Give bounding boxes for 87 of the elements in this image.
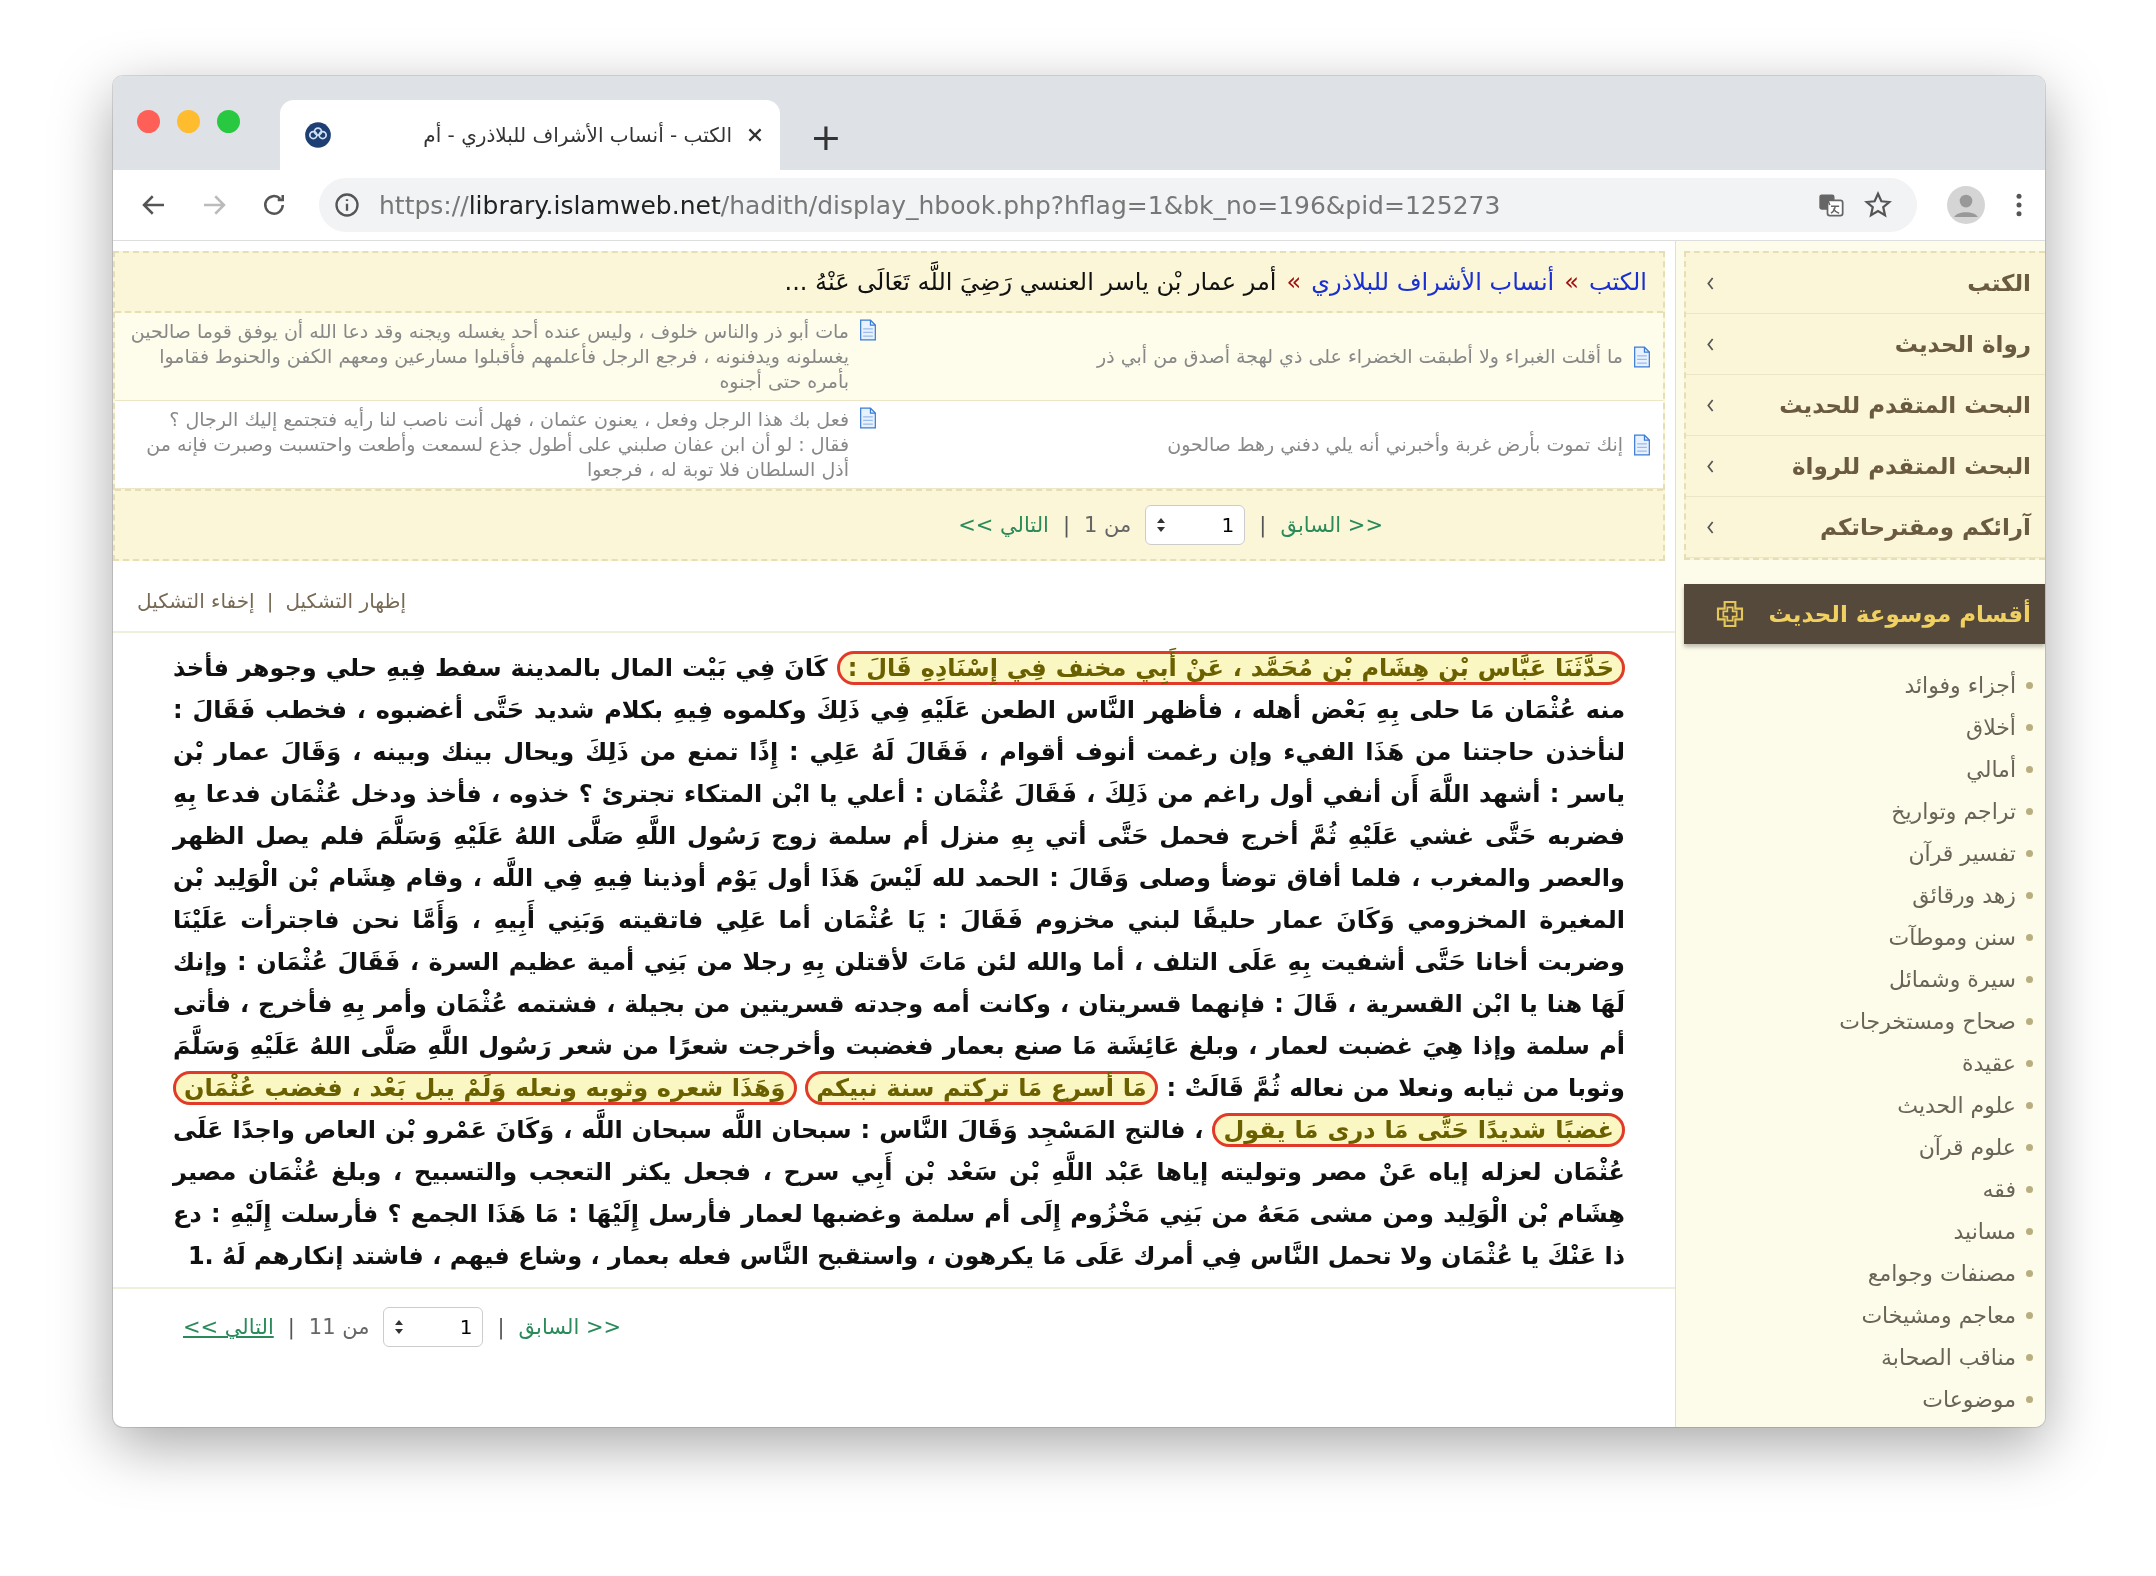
category-link[interactable]: مسانيد: [1953, 1218, 2016, 1244]
bullet-icon: [2026, 1017, 2033, 1025]
nav-item[interactable]: الكتب: [1686, 253, 2045, 314]
page-title: أمر عمار بْن ياسر العنسي رَضِيَ اللَّه تَعَالَى عَنْهُ ...: [784, 263, 1277, 302]
category-link[interactable]: أخلاق: [1966, 714, 2016, 740]
url-text: https://library.islamweb.net/hadith/display_hbook.php?hflag=1&bk_no=196&pid=125273: [379, 190, 1502, 220]
section-title: أقسام موسوعة الحديث: [1768, 601, 2031, 627]
bullet-icon: [2026, 681, 2033, 689]
bullet-icon: [2026, 723, 2033, 731]
site-icon: [304, 121, 332, 149]
category-link[interactable]: أجزاء وفوائد: [1904, 672, 2016, 698]
link-separator: |: [266, 589, 274, 614]
chevron-icon: [1706, 520, 1715, 534]
pager-separator: |: [1259, 513, 1267, 538]
category-link[interactable]: تفسير قرآن: [1908, 840, 2016, 866]
bullet-icon: [2026, 1101, 2033, 1109]
document-icon: [859, 319, 877, 342]
nav-item[interactable]: البحث المتقدم للحديث: [1686, 375, 2045, 436]
category-link[interactable]: مناقب الصحابة: [1881, 1344, 2016, 1370]
bullet-icon: [2026, 1311, 2033, 1319]
related-link[interactable]: إنك تموت بأرض غربة وأخبرني أنه يلي دفني رهط صالحون: [1167, 432, 1623, 458]
show-diacritics-link[interactable]: إظهار التشكيل: [285, 589, 406, 614]
tab-title: الكتب - أنساب الأشراف للبلاذري - أم: [422, 123, 732, 147]
spinner-arrows-icon[interactable]: [394, 1319, 405, 1336]
spinner-arrows-icon[interactable]: [1156, 517, 1167, 534]
address-bar[interactable]: https://library.islamweb.net/hadith/display_hbook.php?hflag=1&bk_no=196&pid=125273: [319, 178, 1917, 232]
pager-separator: |: [287, 1315, 295, 1340]
previous-link[interactable]: << السابق: [1280, 513, 1383, 538]
category-link[interactable]: صحاح ومستخرجات: [1839, 1008, 2016, 1034]
page-count: من 1: [1084, 513, 1132, 538]
category-link[interactable]: عقيدة: [1962, 1050, 2016, 1076]
chevron-icon: [1706, 337, 1715, 351]
info-icon: [333, 191, 361, 219]
category-link[interactable]: تراجم وتواريخ: [1891, 798, 2016, 824]
category-link[interactable]: سنن وموطآت: [1888, 924, 2016, 950]
next-link[interactable]: التالي >>: [958, 513, 1049, 538]
bullet-icon: [2026, 1353, 2033, 1361]
breadcrumb-link[interactable]: الكتب: [1588, 263, 1647, 302]
star-icon[interactable]: [1863, 190, 1893, 220]
bullet-icon: [2026, 975, 2033, 983]
bullet-icon: [2026, 807, 2033, 815]
avatar-icon[interactable]: [1947, 186, 1985, 224]
breadcrumb-separator: »: [1286, 267, 1302, 298]
category-link[interactable]: أمالي: [1966, 756, 2016, 782]
category-link[interactable]: معاجم ومشيخات: [1861, 1302, 2016, 1328]
hide-diacritics-link[interactable]: إخفاء التشكيل: [137, 589, 255, 614]
pager-separator: |: [497, 1315, 505, 1340]
bullet-icon: [2026, 1395, 2033, 1403]
chevron-icon: [1706, 398, 1715, 412]
bullet-icon: [2026, 765, 2033, 773]
ornament-icon: [1714, 598, 1746, 630]
category-link[interactable]: علوم قرآن: [1918, 1134, 2016, 1160]
category-link[interactable]: علوم الحديث: [1897, 1092, 2016, 1118]
category-link[interactable]: فقه: [1982, 1176, 2016, 1202]
bullet-icon: [2026, 849, 2033, 857]
bullet-icon: [2026, 1227, 2033, 1235]
category-link[interactable]: سيرة وشمائل: [1889, 966, 2016, 992]
page-number-field[interactable]: 1: [1145, 505, 1246, 546]
document-icon: [1633, 433, 1651, 456]
breadcrumb-separator: »: [1564, 267, 1579, 298]
new-tab-button[interactable]: +: [804, 114, 848, 160]
bullet-icon: [2026, 1143, 2033, 1151]
category-link[interactable]: مصنفات وجوامع: [1867, 1260, 2016, 1286]
browser-tab[interactable]: الكتب - أنساب الأشراف للبلاذري - أم: [280, 100, 780, 170]
chevron-icon: [1706, 276, 1715, 290]
nav-item[interactable]: آرائكم ومقترحاتكم: [1686, 497, 2045, 558]
bullet-icon: [2026, 891, 2033, 899]
bullet-icon: [2026, 1185, 2033, 1193]
nav-item[interactable]: البحث المتقدم للرواة: [1686, 436, 2045, 497]
related-link[interactable]: ما أقلت الغبراء ولا أطبقت الخضراء على ذي لهجة أصدق من أبي ذر: [1097, 344, 1623, 370]
nav-item[interactable]: رواة الحديث: [1686, 314, 2045, 375]
document-icon: [1633, 345, 1651, 368]
hadith-text: حَدَّثَنَا عَبَّاس بْن هِشَام بْن مُحَمَّد ، عَنْ أَبِي مخنف فِي إِسْنَادِهِ قَالَ : كَانَ فِي بَيْت المال بالمدينة سفط فِيهِ حلي وجوهر فأخذ منه عُثْمَان مَا حلى بِهِ بَعْض أهله ، فأظهر النَّاس الطعن عَلَيْهِ فِي ذَلِكَ وكلموه فِيهِ بكلام شديد حَتَّى أغضبوه ، فخطب فَقَالَ : لنأخذن حاجتنا من هَذَا الفيء وإن رغمت أنوف أقوام ، فَقَالَ لَهُ عَلِي : إِذًا تمنع من ذَلِكَ ويحال بينك وبينه ، وَقَالَ عمار بْن ياسر : أشهد اللَّهَ أَن أنفي أول راغم من ذَلِكَ ، فَقَالَ عُثْمَان : أعلي يا ابْن المتكاء تجترئ ؟ خذوه ، فأخذ ودخل عُثْمَان فدعا بِهِ فضربه حَتَّى غشي عَلَيْهِ ثُمَّ أخرج فحمل حَتَّى أتي بِهِ منزل أم سلمة زوج رَسُول اللَّهِ صَلَّى اللهُ عَلَيْهِ وَسَلَّمَ فلم يصل الظهر والعصر والمغرب ، فلما أفاق توضأ وصلى وَقَالَ : الحمد لله لَيْسَ هَذَا أول يَوْم أوذينا فِيهِ فِي اللَّه ، وقام هِشَام بْن الْوَلِيد بْن المغيرة المخزومي وَكَانَ عمار حليفًا لبني مخزوم فَقَالَ : يَا عُثْمَان أما عَلِي فاتقيته وَبَنِي أَبِيهِ ، وَأَمَّا نحن فاجترأت عَلَيْنَا وضربت أخانا حَتَّى أشفيت بِهِ عَلَى التلف ، أما والله لئن مَاتَ لأقتلن بِهِ رجلا من بَنِي أمية عظيم السرة ، فَقَالَ عُثْمَان : وإنك لَهَا هنا يا ابْن القسرية ، قَالَ : فإنهما قسريتان ، وكانت أمه وجدته قسريتين من بجيلة ، فشتمه عُثْمَان وأمر بِهِ فأخرج ، فأتى أم سلمة وإذا هِيَ غضبت لعمار ، وبلغ عَائِشَة مَا صنع بعمار فغضبت وأخرجت شعرًا من شعر رَسُول اللَّهِ صَلَّى اللهُ عَلَيْهِ وَسَلَّمَ وثوبا من ثيابه ونعلا من نعاله ثُمَّ قَالَتْ : مَا أسرع مَا تركتم سنة نبيكم وَهَذَا شعره وثوبه ونعله وَلَمْ يبل بَعْد ، فغضب عُثْمَان غضبًا شديدًا حَتَّى مَا درى مَا يقول ، فالتج المَسْجِد وَقَالَ النَّاس : سبحان اللَّه سبحان اللَّه ، وَكَانَ عَمْرو بْن العاص واجدًا عَلَى عُثْمَان لعزله إياه عَنْ مصر وتوليته إياها عَبْد اللَّهِ بْن سَعْد بْن أَبِي سرح ، فجعل يكثر التعجب والتسبيح ، وبلغ عُثْمَان مصير هِشَام بْن الْوَلِيد ومن مشى مَعَهُ من بَنِي مَخْزُوم إِلَى أم سلمة وغضبها لعمار فأرسل إِلَيْهَا : مَا هَذَا الجمع ؟ فأرسلت إِلَيْهِ : دع ذا عَنْكَ يا عُثْمَان ولا تحمل النَّاس فِي أمرك عَلَى مَا يكرهون ، واستقبح النَّاس فعله بعمار ، وشاع فيهم ، فاشتد إنكارهم لَهُ .1: [113, 647, 1675, 1278]
bullet-icon: [2026, 933, 2033, 941]
next-link[interactable]: التالي >>: [183, 1315, 274, 1340]
chevron-icon: [1706, 459, 1715, 473]
close-tab-icon[interactable]: [748, 128, 762, 142]
document-icon: [859, 407, 877, 430]
category-link[interactable]: زهد ورقائق: [1912, 882, 2016, 908]
bullet-icon: [2026, 1059, 2033, 1067]
category-link[interactable]: موضوعات: [1922, 1386, 2016, 1412]
page-number-field[interactable]: 1: [383, 1307, 484, 1348]
pager-separator: |: [1062, 513, 1071, 538]
page-count: من 11: [308, 1315, 370, 1340]
breadcrumb-link[interactable]: أنساب الأشراف للبلاذري: [1311, 263, 1555, 302]
previous-link[interactable]: << السابق: [518, 1315, 622, 1340]
bullet-icon: [2026, 1269, 2033, 1277]
